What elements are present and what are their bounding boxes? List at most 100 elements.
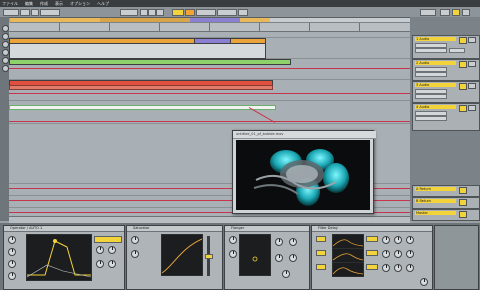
filter-display-3[interactable] <box>332 262 364 277</box>
knob[interactable] <box>420 278 428 286</box>
knob[interactable] <box>382 250 390 258</box>
loop-button[interactable] <box>172 9 184 16</box>
play-button[interactable] <box>140 9 148 16</box>
device-title[interactable]: Flanger <box>225 226 309 232</box>
clip-track3-body[interactable] <box>9 85 273 90</box>
knob[interactable] <box>382 264 390 272</box>
channel-toggle[interactable] <box>316 250 326 256</box>
stop-button[interactable] <box>148 9 156 16</box>
envelope-display[interactable] <box>26 234 92 281</box>
knob[interactable] <box>8 248 16 256</box>
device-title[interactable]: Filter Delay <box>312 226 432 232</box>
track-activator[interactable] <box>459 105 467 112</box>
position-field[interactable] <box>120 9 138 16</box>
knob[interactable] <box>8 236 16 244</box>
xy-display[interactable] <box>239 234 271 276</box>
beat-time-ruler[interactable] <box>9 23 410 32</box>
volume-field[interactable] <box>449 48 465 53</box>
knob[interactable] <box>229 236 237 244</box>
clip-track4[interactable] <box>9 105 276 110</box>
knob[interactable] <box>406 236 414 244</box>
browser-toggle-icon[interactable] <box>2 25 9 32</box>
knob[interactable] <box>8 272 16 280</box>
channel-toggle[interactable] <box>316 264 326 270</box>
track-activator[interactable] <box>459 83 467 90</box>
track-activator[interactable] <box>459 187 467 194</box>
midi-map-button[interactable] <box>462 9 470 16</box>
device-title[interactable]: Operator / AUTO 1 <box>4 226 124 232</box>
video-window-title[interactable]: untitled_01_pf_bubble.mov <box>233 131 376 139</box>
plugins-icon[interactable] <box>2 41 9 48</box>
knob[interactable] <box>275 238 283 246</box>
knob[interactable] <box>229 250 237 258</box>
knob[interactable] <box>289 254 297 262</box>
knob[interactable] <box>382 236 390 244</box>
input-channel-select[interactable] <box>415 48 447 53</box>
track-header-2[interactable]: 2 Audio <box>412 59 480 81</box>
master-header[interactable]: Master <box>412 209 480 221</box>
track-activator[interactable] <box>459 211 467 218</box>
menu-options[interactable]: オプション <box>70 0 90 7</box>
solo-button[interactable] <box>468 61 476 67</box>
filter-display-1[interactable] <box>332 234 364 249</box>
video-window[interactable]: untitled_01_pf_bubble.mov <box>232 130 376 214</box>
record-button[interactable] <box>156 9 164 16</box>
device-mode-select[interactable] <box>94 236 122 243</box>
live-devices-icon[interactable] <box>2 33 9 40</box>
menu-file[interactable]: ファイル <box>2 0 18 7</box>
clip-track1-waveform[interactable] <box>9 43 266 59</box>
track-name[interactable]: A Return <box>415 187 456 191</box>
menu-help[interactable]: ヘルプ <box>97 0 109 7</box>
automation-line-track4[interactable] <box>9 121 410 122</box>
output-slider-handle[interactable] <box>205 254 213 259</box>
knob[interactable] <box>282 270 290 278</box>
device-drop-area[interactable] <box>434 225 479 290</box>
solo-button[interactable] <box>468 105 476 111</box>
time-ruler[interactable] <box>9 216 410 223</box>
loop-start-field[interactable] <box>196 9 216 16</box>
track-name[interactable]: 2 Audio <box>415 61 456 65</box>
input-channel-select[interactable] <box>415 94 447 99</box>
filter-display-2[interactable] <box>332 248 364 263</box>
places-icon[interactable] <box>2 65 9 72</box>
return-b-header[interactable]: B Return <box>412 197 480 209</box>
knob[interactable] <box>96 246 104 254</box>
input-channel-select[interactable] <box>415 72 447 77</box>
track-header-4[interactable]: 4 Audio <box>412 103 480 131</box>
knob[interactable] <box>8 260 16 268</box>
menu-create[interactable]: 作成 <box>40 0 48 7</box>
knob[interactable] <box>108 246 116 254</box>
solo-button[interactable] <box>468 83 476 89</box>
device-title[interactable]: Saturator <box>127 226 222 232</box>
track-name[interactable]: 1 Audio <box>415 37 456 41</box>
clip-track1-selected[interactable] <box>194 38 231 44</box>
menu-view[interactable]: 表示 <box>55 0 63 7</box>
clip-track2[interactable] <box>9 59 291 65</box>
track-activator[interactable] <box>459 37 467 44</box>
knob[interactable] <box>406 264 414 272</box>
track-activator[interactable] <box>459 61 467 68</box>
track-name[interactable]: 4 Audio <box>415 105 456 109</box>
signature-field[interactable] <box>20 9 30 16</box>
knob[interactable] <box>406 250 414 258</box>
knob[interactable] <box>131 250 139 258</box>
delay-time-field[interactable] <box>366 250 378 256</box>
samples-icon[interactable] <box>2 49 9 56</box>
key-map-button[interactable] <box>452 9 460 16</box>
solo-button[interactable] <box>468 37 476 43</box>
knob[interactable] <box>394 264 402 272</box>
delay-time-field[interactable] <box>366 264 378 270</box>
tempo-field[interactable] <box>3 9 19 16</box>
loop-length-field[interactable] <box>217 9 237 16</box>
menu-edit[interactable]: 編集 <box>25 0 33 7</box>
track-header-1[interactable]: 1 Audio <box>412 35 480 59</box>
knob[interactable] <box>275 254 283 262</box>
track-name[interactable]: Master <box>415 211 456 215</box>
device-filter-delay[interactable]: Filter Delay <box>311 225 433 290</box>
quantize-menu[interactable] <box>40 9 60 16</box>
automation-line-track2[interactable] <box>9 68 410 69</box>
device-operator[interactable]: Operator / AUTO 1 <box>3 225 125 290</box>
channel-toggle[interactable] <box>316 236 326 242</box>
knob[interactable] <box>108 260 116 268</box>
track-name[interactable]: B Return <box>415 199 456 203</box>
